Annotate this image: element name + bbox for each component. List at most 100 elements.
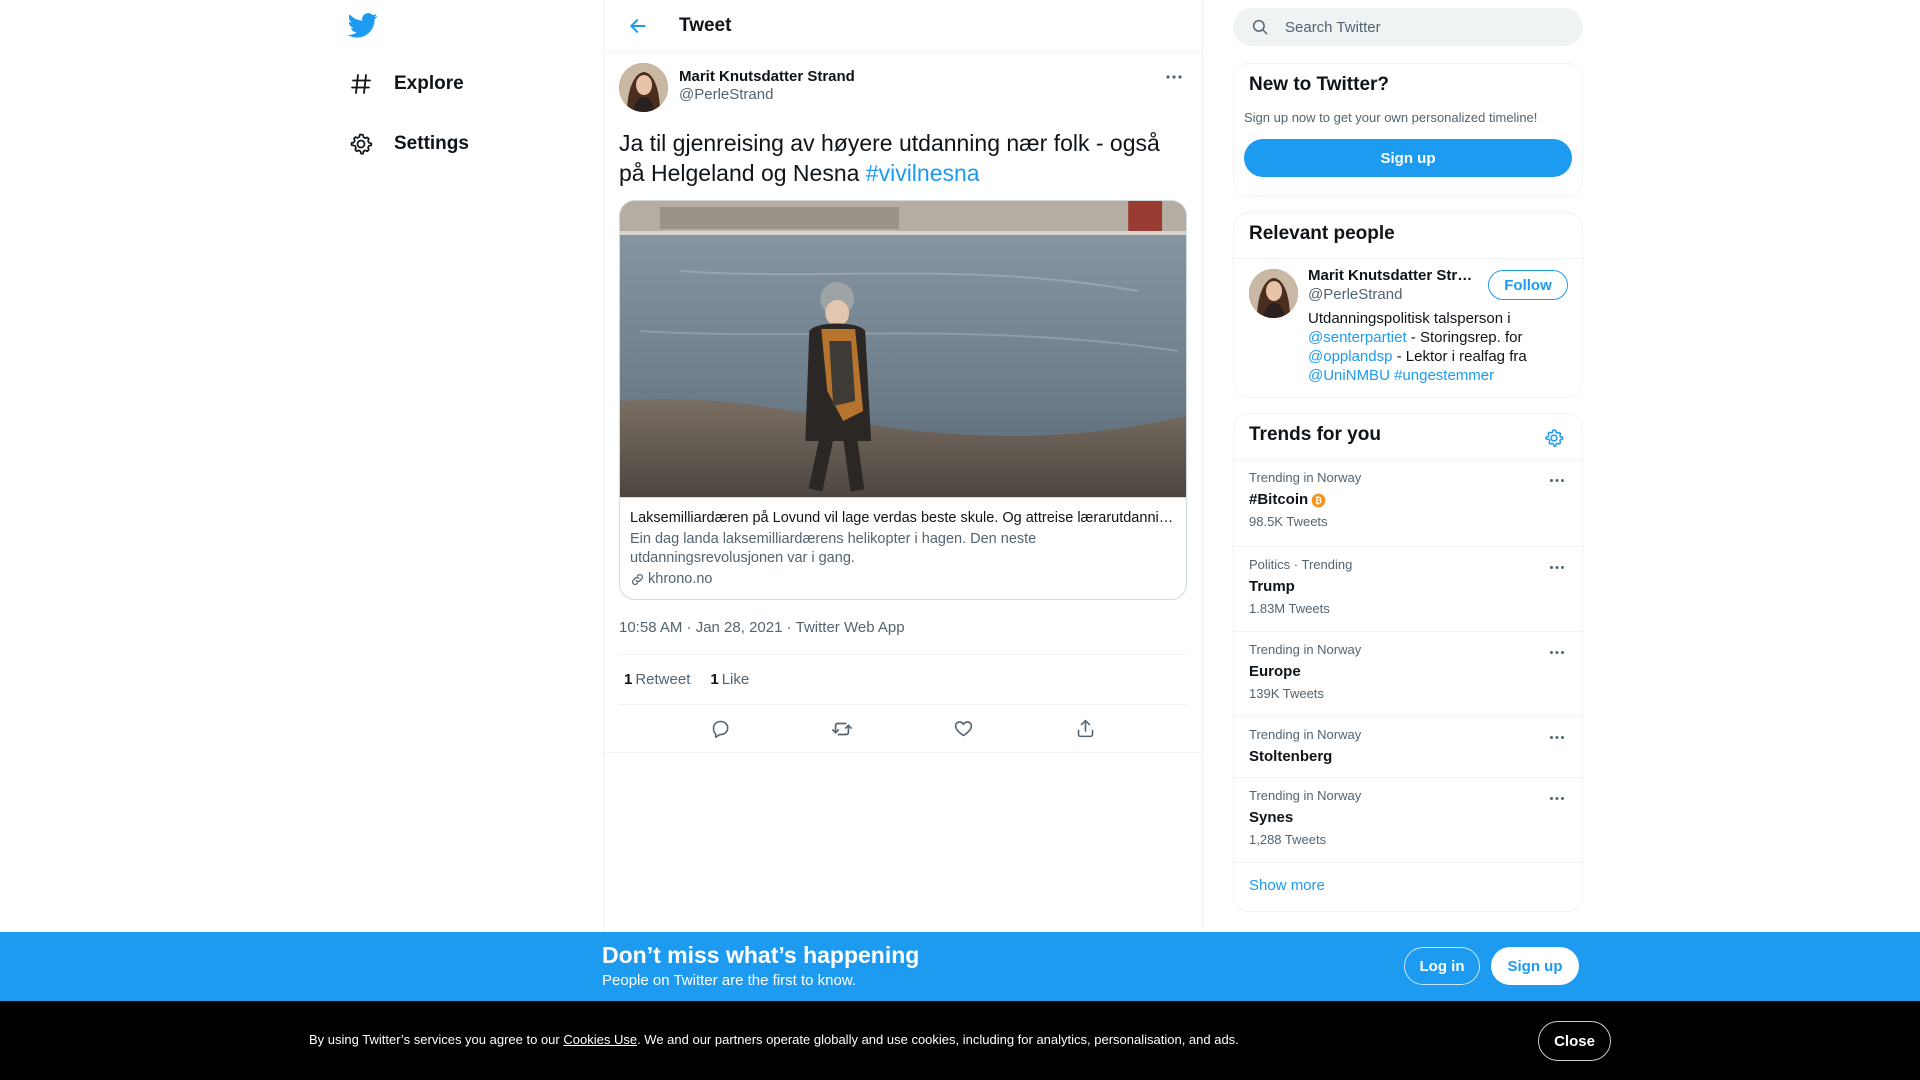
more-dots-icon <box>1550 650 1564 654</box>
author-name[interactable]: Marit Knutsdatter Strand <box>679 68 855 85</box>
show-more-link[interactable]: Show more <box>1234 863 1582 908</box>
main-column: Tweet Marit Knutsdatter Strand @PerleStr… <box>603 0 1203 932</box>
tweet-source-app[interactable]: Twitter Web App <box>796 619 905 636</box>
person-name[interactable]: Marit Knutsdatter Strand <box>1308 267 1478 284</box>
reply-button[interactable] <box>703 711 739 747</box>
follow-button[interactable]: Follow <box>1488 270 1568 300</box>
trend-name: Stoltenberg <box>1249 748 1333 765</box>
arrow-left-icon <box>630 19 646 33</box>
tweet-text: Ja til gjenreising av høyere utdanning n… <box>619 128 1187 188</box>
cookie-text-after: . We and our partners operate globally a… <box>637 1032 1239 1047</box>
card-domain-text: khrono.no <box>648 571 713 587</box>
trend-item[interactable]: Trending in Norway #Bitcoin ₿ 98.5K Twee… <box>1234 460 1582 547</box>
cookie-text-before: By using Twitter’s services you agree to… <box>309 1032 564 1047</box>
trend-context: Trending in Norway <box>1249 642 1362 657</box>
bio-text: - Storingsrep. for <box>1406 329 1523 346</box>
card-body: Laksemilliardæren på Lovund vil lage ver… <box>620 497 1186 599</box>
tweet-timestamp[interactable]: 10:58 AM · Jan 28, 2021 · <box>619 619 792 636</box>
tweet-author: Marit Knutsdatter Strand @PerleStrand <box>619 63 1187 125</box>
search-icon <box>1251 18 1269 36</box>
sidebar-signup-button[interactable]: Sign up <box>1244 139 1572 177</box>
more-dots-icon <box>1550 565 1564 569</box>
trend-name: Trump <box>1249 578 1295 595</box>
login-button[interactable]: Log in <box>1404 947 1480 985</box>
link-card[interactable]: Laksemilliardæren på Lovund vil lage ver… <box>619 200 1187 600</box>
tweet-stats: 1 Retweet 1 Like <box>619 654 1187 705</box>
more-dots-icon <box>1550 735 1564 739</box>
more-options-button[interactable] <box>1163 69 1185 85</box>
card-title: Laksemilliardæren på Lovund vil lage ver… <box>630 510 1176 526</box>
new-to-twitter-panel: New to Twitter? Sign up now to get your … <box>1233 63 1583 197</box>
nav-label-settings: Settings <box>394 133 469 154</box>
search-box[interactable] <box>1233 8 1583 46</box>
trend-context: Trending in Norway <box>1249 470 1362 485</box>
signup-banner: Don’t miss what’s happening People on Tw… <box>0 932 1920 1001</box>
cookies-use-link[interactable]: Cookies Use <box>563 1032 637 1047</box>
author-handle[interactable]: @PerleStrand <box>679 86 773 103</box>
person-handle[interactable]: @PerleStrand <box>1308 286 1402 303</box>
nav-item-settings[interactable]: Settings <box>348 122 469 166</box>
trends-header: Trends for you <box>1234 414 1582 460</box>
tweet-meta: 10:58 AM · Jan 28, 2021 · Twitter Web Ap… <box>619 616 1187 638</box>
trend-more-button[interactable] <box>1547 559 1567 575</box>
avatar[interactable] <box>1249 269 1298 318</box>
likes-stat[interactable]: 1 Like <box>710 671 749 688</box>
new-to-twitter-title: New to Twitter? <box>1249 74 1390 95</box>
bio-mention-link[interactable]: @opplandsp <box>1308 348 1392 365</box>
bio-hashtag-link[interactable]: #ungestemmer <box>1394 367 1494 384</box>
share-icon <box>1077 719 1094 738</box>
bio-mention-link[interactable]: @UniNMBU <box>1308 367 1390 384</box>
search-input[interactable] <box>1285 18 1545 36</box>
cookie-text: By using Twitter’s services you agree to… <box>309 1032 1239 1047</box>
likes-label: Like <box>721 671 750 688</box>
trend-name-text: #Bitcoin <box>1249 491 1309 508</box>
trend-item[interactable]: Trending in Norway Europe 139K Tweets <box>1234 632 1582 717</box>
retweets-stat[interactable]: 1 Retweet <box>624 671 690 688</box>
banner-subtitle: People on Twitter are the first to know. <box>602 972 857 989</box>
trend-more-button[interactable] <box>1547 790 1567 806</box>
avatar[interactable] <box>619 63 668 112</box>
link-icon <box>630 572 645 587</box>
trend-context: Trending in Norway <box>1249 788 1362 803</box>
banner-title: Don’t miss what’s happening <box>602 942 920 968</box>
more-dots-icon <box>1166 75 1182 79</box>
trend-context: Politics · Trending <box>1249 557 1353 572</box>
relevant-person[interactable]: Marit Knutsdatter Strand @PerleStrand Fo… <box>1234 259 1582 397</box>
trend-more-button[interactable] <box>1547 472 1567 488</box>
trend-item[interactable]: Trending in Norway Synes 1,288 Tweets <box>1234 778 1582 863</box>
heart-icon <box>955 721 973 737</box>
page-title: Tweet <box>679 15 732 36</box>
gear-icon <box>348 131 374 157</box>
tweet-hashtag-link[interactable]: #vivilnesna <box>866 160 980 186</box>
trend-count: 139K Tweets <box>1249 686 1324 701</box>
twitter-bird-icon[interactable] <box>347 10 380 42</box>
trend-item[interactable]: Trending in Norway Stoltenberg <box>1234 717 1582 778</box>
trend-more-button[interactable] <box>1547 644 1567 660</box>
cookie-close-button[interactable]: Close <box>1538 1021 1611 1061</box>
trend-name: #Bitcoin ₿ <box>1249 490 1567 510</box>
nav-label-explore: Explore <box>394 73 464 94</box>
trend-name: Synes <box>1249 809 1294 826</box>
trend-item[interactable]: Politics · Trending Trump 1.83M Tweets <box>1234 547 1582 632</box>
relevant-people-panel: Relevant people Marit Knutsdatter Strand… <box>1233 212 1583 398</box>
retweets-label: Retweet <box>635 671 691 688</box>
back-button[interactable] <box>621 9 655 43</box>
retweet-button[interactable] <box>824 711 860 747</box>
like-button[interactable] <box>946 711 982 747</box>
nav-item-explore[interactable]: Explore <box>348 62 464 106</box>
card-image <box>620 201 1186 497</box>
retweet-icon <box>832 722 853 735</box>
trend-context: Trending in Norway <box>1249 727 1362 742</box>
trend-name: Europe <box>1249 663 1301 680</box>
reply-icon <box>712 720 729 739</box>
bio-text: - Lektor i realfag fra <box>1392 348 1527 365</box>
banner-signup-button[interactable]: Sign up <box>1491 947 1579 985</box>
trends-panel: Trends for you Trending in Norway #Bitco… <box>1233 413 1583 912</box>
person-bio: Utdanningspolitisk talsperson i @senterp… <box>1308 309 1558 385</box>
trend-more-button[interactable] <box>1547 729 1567 745</box>
share-button[interactable] <box>1067 711 1103 747</box>
gear-icon <box>1545 429 1564 447</box>
bio-mention-link[interactable]: @senterpartiet <box>1308 329 1407 346</box>
svg-text:₿: ₿ <box>1315 495 1322 506</box>
trends-settings-button[interactable] <box>1542 426 1566 450</box>
